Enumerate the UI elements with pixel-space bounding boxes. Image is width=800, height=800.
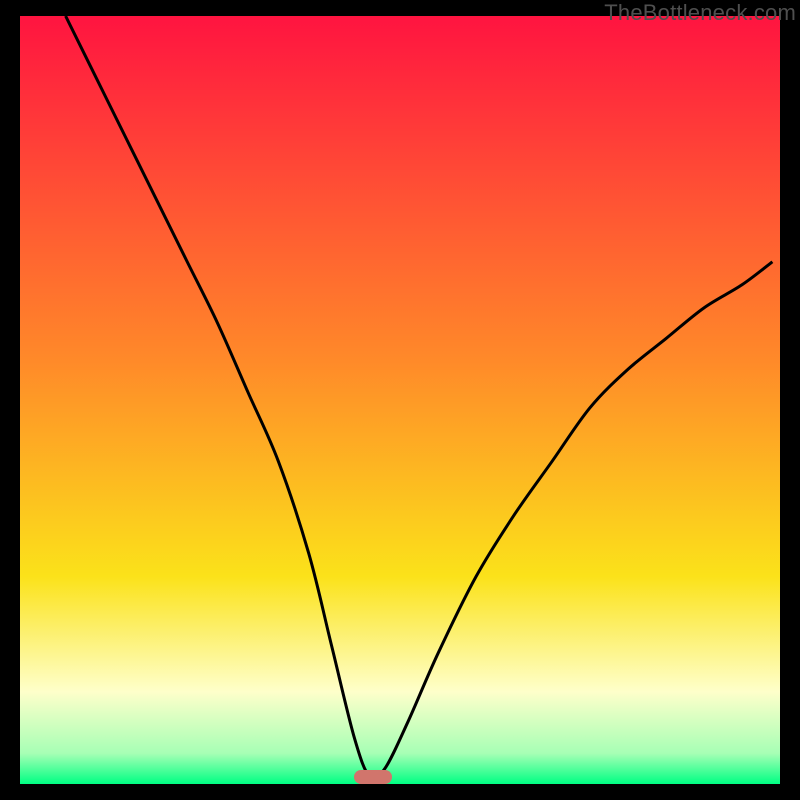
plot-area — [20, 16, 780, 784]
bottleneck-curve — [66, 16, 773, 779]
chart-frame: TheBottleneck.com — [0, 0, 800, 800]
watermark-text: TheBottleneck.com — [604, 0, 796, 26]
optimum-marker — [354, 770, 392, 784]
curve-layer — [20, 16, 780, 784]
